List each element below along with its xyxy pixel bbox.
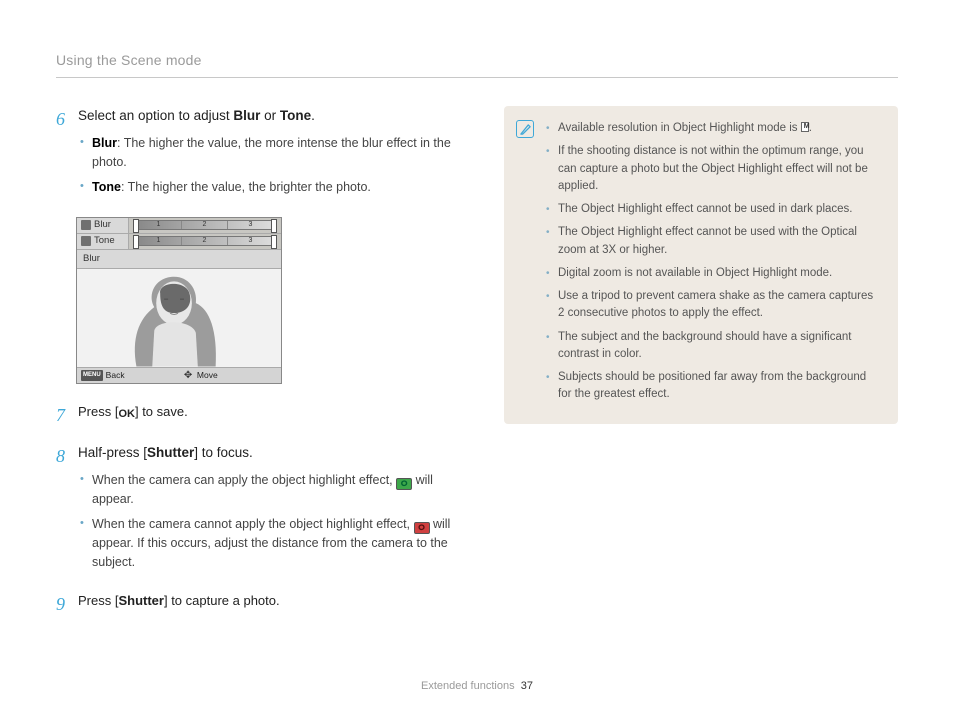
- ok-button-glyph: OK: [118, 406, 135, 423]
- tick: 3: [228, 221, 274, 229]
- note-item: Digital zoom is not available in Object …: [546, 265, 880, 282]
- note-icon: [516, 120, 534, 138]
- shutter-button-name: Shutter: [118, 593, 164, 608]
- text: ] to focus.: [194, 445, 253, 460]
- section-name: Extended functions: [421, 680, 515, 692]
- step-number: 7: [56, 402, 78, 429]
- bold-blur: Blur: [233, 108, 260, 123]
- step-6-bullets: Blur: The higher the value, the more int…: [78, 134, 456, 196]
- back-label: Back: [106, 369, 125, 382]
- note-item: Subjects should be positioned far away f…: [546, 369, 880, 404]
- menu-badge: MENU: [81, 370, 103, 381]
- text: Half-press [: [78, 445, 147, 460]
- content-columns: 6 Select an option to adjust Blur or Ton…: [56, 106, 898, 632]
- right-column: Available resolution in Object Highlight…: [504, 106, 898, 632]
- step-number: 6: [56, 106, 78, 203]
- row-label-cell: Tone: [77, 234, 129, 250]
- text: Select an option to adjust: [78, 108, 233, 123]
- note-item: Use a tripod to prevent camera shake as …: [546, 288, 880, 323]
- menu-row-blur: Blur 1 2 3: [77, 218, 281, 234]
- tick: 1: [136, 237, 182, 245]
- step-8-instruction: Half-press [Shutter] to focus.: [78, 443, 456, 463]
- note-item: The subject and the background should ha…: [546, 329, 880, 364]
- step-9-instruction: Press [Shutter] to capture a photo.: [78, 591, 456, 618]
- menu-rows: Blur 1 2 3 Tone: [77, 218, 281, 250]
- bullet: When the camera cannot apply the object …: [78, 515, 456, 572]
- text: : The higher the value, the brighter the…: [121, 180, 371, 194]
- note-list: Available resolution in Object Highlight…: [546, 120, 880, 404]
- term: Blur: [92, 136, 117, 150]
- text: ] to capture a photo.: [164, 593, 280, 608]
- slider-cell: 1 2 3: [129, 234, 281, 250]
- tick: 2: [182, 237, 228, 245]
- row-label-cell: Blur: [77, 218, 129, 234]
- label: Blur: [94, 218, 111, 232]
- step-number: 9: [56, 591, 78, 618]
- step-7: 7 Press [OK] to save.: [56, 402, 456, 429]
- menu-row-tone: Tone 1 2 3: [77, 234, 281, 250]
- bullet: Tone: The higher the value, the brighter…: [78, 178, 456, 197]
- step-6-instruction: Select an option to adjust Blur or Tone.: [78, 106, 456, 126]
- portrait-preview: [77, 269, 281, 367]
- bullet: Blur: The higher the value, the more int…: [78, 134, 456, 172]
- screen-footer: MENU Back Move: [77, 367, 281, 383]
- bullet: When the camera can apply the object hig…: [78, 471, 456, 509]
- bold-tone: Tone: [280, 108, 311, 123]
- step-8-bullets: When the camera can apply the object hig…: [78, 471, 456, 571]
- text: : The higher the value, the more intense…: [92, 136, 451, 169]
- current-selection: Blur: [77, 250, 281, 269]
- blur-icon: [81, 220, 91, 230]
- page-number: 37: [521, 680, 533, 692]
- slider-cell: 1 2 3: [129, 218, 281, 234]
- resolution-icon: [801, 122, 809, 132]
- tone-icon: [81, 236, 91, 246]
- text: Press [: [78, 593, 118, 608]
- left-column: 6 Select an option to adjust Blur or Ton…: [56, 106, 456, 632]
- tick: 2: [182, 221, 228, 229]
- label: Tone: [94, 234, 115, 248]
- slider-knob-right: [271, 219, 277, 233]
- step-9: 9 Press [Shutter] to capture a photo.: [56, 591, 456, 618]
- tick: 1: [136, 221, 182, 229]
- text: ] to save.: [135, 404, 188, 419]
- term: Tone: [92, 180, 121, 194]
- slider-knob-right: [271, 235, 277, 249]
- tick: 3: [228, 237, 274, 245]
- note-item: The Object Highlight effect cannot be us…: [546, 224, 880, 259]
- shutter-button-name: Shutter: [147, 445, 194, 460]
- text: .: [311, 108, 315, 123]
- note-item: If the shooting distance is not within t…: [546, 143, 880, 195]
- note-box: Available resolution in Object Highlight…: [504, 106, 898, 424]
- note-item: The Object Highlight effect cannot be us…: [546, 201, 880, 218]
- move-label: Move: [197, 369, 218, 382]
- slider-track: 1 2 3: [135, 236, 275, 246]
- step-6: 6 Select an option to adjust Blur or Ton…: [56, 106, 456, 203]
- move-icon: [184, 370, 194, 380]
- step-8: 8 Half-press [Shutter] to focus. When th…: [56, 443, 456, 578]
- text: When the camera can apply the object hig…: [92, 473, 396, 487]
- slider-knob-left: [133, 219, 139, 233]
- slider-track: 1 2 3: [135, 220, 275, 230]
- step-7-instruction: Press [OK] to save.: [78, 402, 456, 429]
- step-body: Half-press [Shutter] to focus. When the …: [78, 443, 456, 578]
- text: Press [: [78, 404, 118, 419]
- text: When the camera cannot apply the object …: [92, 517, 414, 531]
- step-number: 8: [56, 443, 78, 578]
- slider-knob-left: [133, 235, 139, 249]
- page-header: Using the Scene mode: [56, 50, 898, 78]
- text: Available resolution in Object Highlight…: [558, 122, 801, 134]
- note-item: Available resolution in Object Highlight…: [546, 120, 880, 137]
- status-fail-icon: 🞇: [414, 522, 430, 534]
- camera-screen-illustration: Blur 1 2 3 Tone: [76, 217, 282, 384]
- status-ok-icon: 🞇: [396, 478, 412, 490]
- page-footer: Extended functions 37: [0, 678, 954, 695]
- step-body: Select an option to adjust Blur or Tone.…: [78, 106, 456, 203]
- text: or: [260, 108, 280, 123]
